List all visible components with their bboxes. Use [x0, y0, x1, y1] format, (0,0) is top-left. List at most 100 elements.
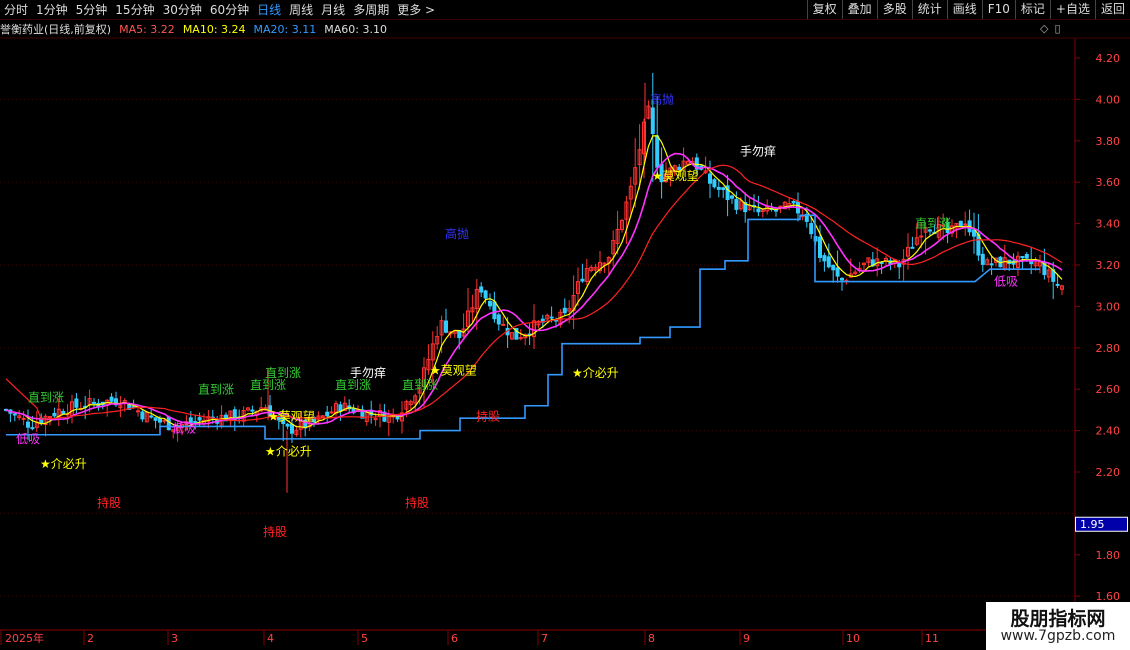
watermark-title: 股朋指标网 — [1010, 608, 1106, 630]
time-tick-label: 3 — [171, 632, 178, 645]
candle-body — [774, 209, 778, 212]
candle-body — [395, 416, 400, 420]
candle-body — [818, 236, 822, 258]
candle-body — [140, 411, 145, 420]
signal-label-hold: 持股 — [405, 495, 429, 510]
action-button-8[interactable]: 返回 — [1094, 0, 1130, 19]
candle-body — [479, 286, 484, 293]
kline-chart[interactable]: 4.20 4.00 3.80 3.60 3.40 3.20 3.00 2.80 2.60 2.40… — [0, 0, 1130, 650]
signal-label-low: 低吸 — [16, 432, 40, 446]
period-tab-3[interactable]: 15分钟 — [111, 1, 158, 18]
candle-body — [492, 301, 497, 320]
candle-body — [840, 277, 844, 281]
candle-body — [1055, 283, 1060, 286]
time-tick-label: 11 — [925, 632, 939, 645]
signal-label-sell: 高抛 — [445, 226, 469, 241]
support-step-line — [6, 214, 1040, 440]
period-tab-1[interactable]: 1分钟 — [32, 1, 72, 18]
signal-label-hold: 持股 — [476, 408, 500, 423]
candle-body — [580, 278, 585, 282]
ma-magenta-line — [5, 152, 1063, 425]
candle-body — [48, 416, 52, 419]
candle-body — [250, 409, 255, 412]
signal-label-up: 直到涨 — [28, 390, 64, 405]
chart-controls: ◇ ▯ — [1040, 22, 1061, 35]
candle-body — [444, 320, 448, 333]
panel-toggle-icon[interactable]: ▯ — [1054, 22, 1060, 35]
signal-label-hold: 持股 — [263, 524, 287, 539]
candle-body — [496, 314, 501, 325]
candle-body — [158, 417, 162, 423]
period-tab-5[interactable]: 60分钟 — [206, 1, 253, 18]
candle-body — [162, 419, 167, 422]
price-tick-label: 3.60 — [1096, 176, 1121, 189]
candle-body — [980, 253, 985, 265]
candle-body — [166, 416, 171, 431]
signal-label-watch: ★莫观望 — [430, 364, 477, 378]
candle-body — [483, 290, 488, 299]
watermark-url: www.7gpzb.com — [1000, 628, 1116, 644]
candle-body — [897, 263, 902, 268]
action-button-1[interactable]: 叠加 — [841, 0, 877, 19]
time-tick-label: 2 — [87, 632, 94, 645]
ma-red-line — [5, 164, 1063, 422]
signal-label-low: 低吸 — [994, 275, 1018, 289]
price-tick-label: 2.80 — [1096, 342, 1121, 355]
candle-body — [730, 195, 734, 199]
candle-body — [153, 417, 158, 421]
candle-body — [716, 186, 721, 190]
signal-label-up: 直到涨 — [198, 381, 234, 396]
period-tab-7[interactable]: 周线 — [285, 1, 317, 18]
ma20-value: MA20: 3.11 — [253, 22, 317, 36]
ma60-value: MA60: 3.10 — [324, 22, 387, 36]
candle-body — [149, 415, 154, 418]
price-tick-label: 4.20 — [1096, 52, 1121, 65]
candle-body — [655, 135, 660, 168]
action-button-3[interactable]: 统计 — [911, 0, 947, 19]
time-tick-label: 10 — [846, 632, 860, 645]
period-tab-8[interactable]: 月线 — [317, 1, 349, 18]
candle-body — [74, 398, 79, 408]
action-button-2[interactable]: 多股 — [876, 0, 912, 19]
signal-label-up: 直到涨 — [915, 216, 951, 231]
period-tab-6[interactable]: 日线 — [253, 1, 285, 18]
period-tab-0[interactable]: 分时 — [0, 1, 32, 18]
candle-body — [285, 423, 290, 427]
ma-info-bar: 誉衡药业(日线,前复权) MA5: 3.22 MA10: 3.24 MA20: … — [0, 21, 395, 37]
action-button-0[interactable]: 复权 — [806, 0, 842, 19]
candle-body — [373, 418, 378, 421]
action-button-4[interactable]: 画线 — [946, 0, 982, 19]
candle-body — [919, 235, 924, 238]
candle-body — [650, 107, 655, 135]
candle-body — [26, 421, 30, 428]
candle-body — [109, 396, 114, 402]
period-tab-2[interactable]: 5分钟 — [72, 1, 112, 18]
period-tab-10[interactable]: 更多 > — [393, 1, 439, 18]
signal-label-up: 直到涨 — [402, 377, 438, 392]
candle-body — [708, 173, 712, 184]
signal-label-buy: ★介必升 — [572, 366, 619, 380]
candle-body — [831, 264, 836, 271]
period-tab-9[interactable]: 多周期 — [349, 1, 393, 18]
action-button-5[interactable]: F10 — [981, 0, 1015, 19]
time-tick-label: 4 — [267, 632, 274, 645]
candle-body — [21, 417, 26, 420]
candle-body — [963, 223, 968, 226]
action-button-7[interactable]: +自选 — [1049, 0, 1095, 19]
price-tick-label: 3.80 — [1096, 135, 1121, 148]
time-tick-label: 6 — [451, 632, 458, 645]
period-tab-4[interactable]: 30分钟 — [159, 1, 206, 18]
signal-label-up: 直到涨 — [335, 377, 371, 392]
candle-body — [1024, 253, 1029, 259]
time-tick-label: 5 — [361, 632, 368, 645]
signal-label-low: 低吸 — [172, 422, 196, 436]
period-tabs: 分时 1分钟 5分钟 15分钟 30分钟 60分钟 日线 周线 月线 多周期 更多 > — [0, 0, 439, 19]
candle-body — [12, 413, 17, 416]
candle-body — [325, 411, 330, 417]
candle-body — [989, 263, 994, 266]
diamond-icon[interactable]: ◇ — [1040, 22, 1048, 35]
price-tick-label: 3.40 — [1096, 218, 1121, 231]
signal-label-buy: ★介必升 — [265, 444, 312, 458]
candle-body — [734, 199, 739, 210]
action-button-6[interactable]: 标记 — [1014, 0, 1050, 19]
